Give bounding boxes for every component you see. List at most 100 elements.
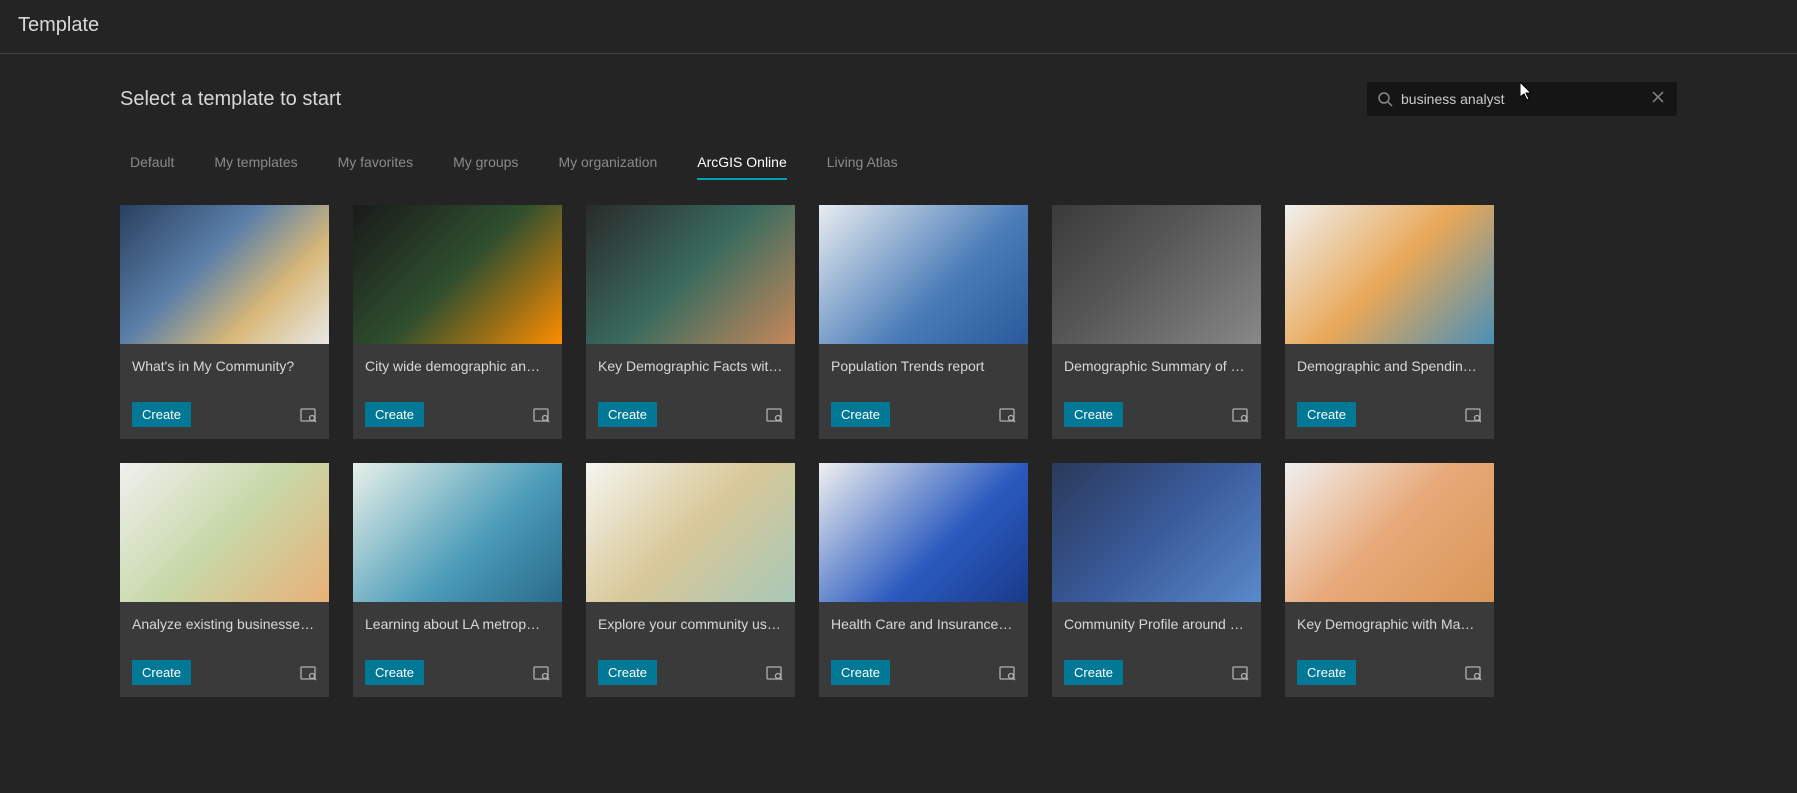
create-button[interactable]: Create xyxy=(365,660,424,685)
card-actions: Create xyxy=(831,402,1016,427)
template-thumbnail[interactable] xyxy=(819,205,1028,344)
preview-button[interactable] xyxy=(1464,406,1482,424)
preview-icon xyxy=(1231,406,1249,424)
preview-icon xyxy=(532,664,550,682)
preview-icon xyxy=(299,406,317,424)
card-body: Health Care and Insurance … Create xyxy=(819,602,1028,697)
template-title: Demographic Summary of … xyxy=(1064,358,1249,374)
template-title: What's in My Community? xyxy=(132,358,317,374)
card-actions: Create xyxy=(1297,402,1482,427)
card-actions: Create xyxy=(365,660,550,685)
create-button[interactable]: Create xyxy=(132,402,191,427)
preview-button[interactable] xyxy=(299,406,317,424)
preview-button[interactable] xyxy=(765,406,783,424)
preview-button[interactable] xyxy=(998,406,1016,424)
tab-arcgis-online[interactable]: ArcGIS Online xyxy=(697,146,786,180)
close-icon xyxy=(1651,90,1665,104)
preview-button[interactable] xyxy=(1231,664,1249,682)
create-button[interactable]: Create xyxy=(831,660,890,685)
tab-default[interactable]: Default xyxy=(130,146,174,180)
template-title: City wide demographic an… xyxy=(365,358,550,374)
preview-button[interactable] xyxy=(998,664,1016,682)
tab-my-favorites[interactable]: My favorites xyxy=(338,146,413,180)
card-actions: Create xyxy=(598,402,783,427)
template-grid: What's in My Community? Create City wide… xyxy=(120,205,1677,697)
card-actions: Create xyxy=(132,402,317,427)
preview-icon xyxy=(1464,664,1482,682)
template-title: Learning about LA metrop… xyxy=(365,616,550,632)
template-thumbnail[interactable] xyxy=(120,205,329,344)
search-box[interactable] xyxy=(1367,82,1677,116)
template-thumbnail[interactable] xyxy=(120,463,329,602)
card-body: City wide demographic an… Create xyxy=(353,344,562,439)
preview-icon xyxy=(532,406,550,424)
template-thumbnail[interactable] xyxy=(586,205,795,344)
preview-icon xyxy=(1231,664,1249,682)
create-button[interactable]: Create xyxy=(598,402,657,427)
search-input[interactable] xyxy=(1393,91,1649,107)
template-title: Population Trends report xyxy=(831,358,1016,374)
template-thumbnail[interactable] xyxy=(1285,205,1494,344)
card-body: Key Demographic Facts wit… Create xyxy=(586,344,795,439)
create-button[interactable]: Create xyxy=(1297,402,1356,427)
tab-my-organization[interactable]: My organization xyxy=(558,146,657,180)
template-title: Health Care and Insurance … xyxy=(831,616,1016,632)
template-card: Key Demographic Facts wit… Create xyxy=(586,205,795,439)
content-area: Select a template to start Default My te… xyxy=(0,54,1797,697)
preview-icon xyxy=(765,664,783,682)
template-title: Analyze existing businesse… xyxy=(132,616,317,632)
preview-icon xyxy=(299,664,317,682)
preview-icon xyxy=(998,406,1016,424)
create-button[interactable]: Create xyxy=(831,402,890,427)
preview-icon xyxy=(1464,406,1482,424)
template-thumbnail[interactable] xyxy=(1285,463,1494,602)
clear-search-button[interactable] xyxy=(1649,90,1667,109)
create-button[interactable]: Create xyxy=(365,402,424,427)
template-thumbnail[interactable] xyxy=(1052,205,1261,344)
card-body: Analyze existing businesse… Create xyxy=(120,602,329,697)
template-title: Key Demographic Facts wit… xyxy=(598,358,783,374)
page-header: Template xyxy=(0,0,1797,54)
preview-button[interactable] xyxy=(1464,664,1482,682)
create-button[interactable]: Create xyxy=(1064,402,1123,427)
card-actions: Create xyxy=(132,660,317,685)
search-icon xyxy=(1377,91,1393,107)
card-actions: Create xyxy=(598,660,783,685)
top-row: Select a template to start xyxy=(120,82,1677,116)
create-button[interactable]: Create xyxy=(1064,660,1123,685)
template-card: Explore your community us… Create xyxy=(586,463,795,697)
template-thumbnail[interactable] xyxy=(1052,463,1261,602)
template-thumbnail[interactable] xyxy=(586,463,795,602)
template-card: Community Profile around … Create xyxy=(1052,463,1261,697)
page-title: Template xyxy=(18,14,1779,37)
tab-my-groups[interactable]: My groups xyxy=(453,146,518,180)
template-thumbnail[interactable] xyxy=(353,205,562,344)
preview-icon xyxy=(998,664,1016,682)
template-card: Health Care and Insurance … Create xyxy=(819,463,1028,697)
template-title: Demographic and Spendin… xyxy=(1297,358,1482,374)
card-actions: Create xyxy=(1064,660,1249,685)
template-title: Explore your community us… xyxy=(598,616,783,632)
tab-my-templates[interactable]: My templates xyxy=(214,146,297,180)
create-button[interactable]: Create xyxy=(598,660,657,685)
tab-living-atlas[interactable]: Living Atlas xyxy=(827,146,898,180)
card-body: What's in My Community? Create xyxy=(120,344,329,439)
template-thumbnail[interactable] xyxy=(353,463,562,602)
preview-button[interactable] xyxy=(532,406,550,424)
template-card: Demographic and Spendin… Create xyxy=(1285,205,1494,439)
template-thumbnail[interactable] xyxy=(819,463,1028,602)
preview-button[interactable] xyxy=(532,664,550,682)
preview-button[interactable] xyxy=(299,664,317,682)
create-button[interactable]: Create xyxy=(1297,660,1356,685)
card-body: Demographic and Spendin… Create xyxy=(1285,344,1494,439)
subtitle: Select a template to start xyxy=(120,88,341,111)
template-card: Learning about LA metrop… Create xyxy=(353,463,562,697)
preview-icon xyxy=(765,406,783,424)
card-actions: Create xyxy=(1064,402,1249,427)
template-card: Population Trends report Create xyxy=(819,205,1028,439)
preview-button[interactable] xyxy=(765,664,783,682)
create-button[interactable]: Create xyxy=(132,660,191,685)
card-body: Learning about LA metrop… Create xyxy=(353,602,562,697)
template-card: Analyze existing businesse… Create xyxy=(120,463,329,697)
preview-button[interactable] xyxy=(1231,406,1249,424)
